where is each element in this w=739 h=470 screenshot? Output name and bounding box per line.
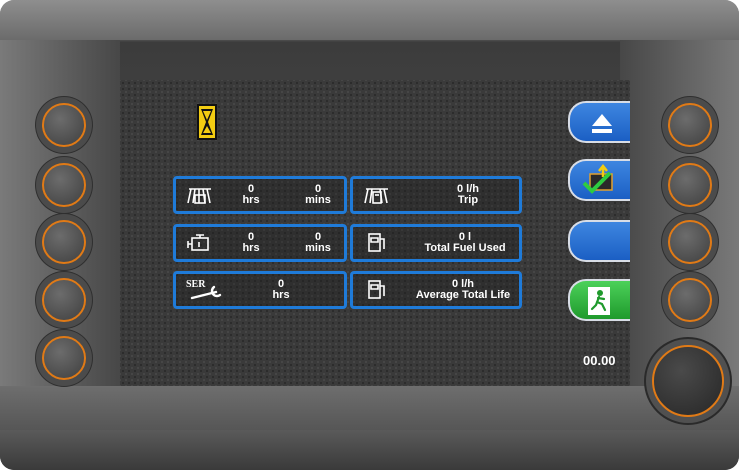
service-wrench-icon: SER [186,278,226,302]
engine-mins-unit: mins [305,242,331,254]
trip-fuel-tile: 0 l/h Trip [350,176,522,214]
bezel-bottom [0,430,739,470]
confirm-reset-icon [582,163,613,194]
harvest-hours-unit: hrs [242,194,260,206]
left-hardware-button-1[interactable] [42,103,86,147]
eject-icon [592,114,612,133]
service-tile: SER 0 hrs [173,271,347,309]
harvester-fuel-icon [363,183,391,207]
right-hardware-button-2[interactable] [668,163,712,207]
left-hardware-button-4[interactable] [42,278,86,322]
eject-softkey[interactable] [568,101,630,143]
right-hardware-button-4[interactable] [668,278,712,322]
left-hardware-button-5[interactable] [42,336,86,380]
clock-display: 00.00 [583,353,616,368]
fuel-pump-icon [363,278,391,302]
total-fuel-label: Total Fuel Used [424,242,506,254]
engine-hours-unit: hrs [242,242,260,254]
right-hardware-button-1[interactable] [668,103,712,147]
left-hardware-button-3[interactable] [42,220,86,264]
trip-fuel-label: Trip [457,194,479,206]
confirm-reset-softkey[interactable] [568,159,630,201]
exit-softkey[interactable] [568,279,630,321]
display-bezel: 0 hrs 0 mins 0 l/h Trip 0 hrs 0 mins 0 l… [0,0,739,470]
service-hours-unit: hrs [272,289,290,301]
average-fuel-tile: 0 l/h Average Total Life [350,271,522,309]
right-hardware-button-3[interactable] [668,220,712,264]
engine-time-tile: 0 hrs 0 mins [173,224,347,262]
bezel-top [0,0,739,40]
exit-icon [588,287,610,315]
left-hardware-button-2[interactable] [42,163,86,207]
harvester-icon [186,183,214,207]
total-fuel-tile: 0 l Total Fuel Used [350,224,522,262]
average-fuel-label: Average Total Life [415,289,511,301]
blank-softkey[interactable] [568,220,630,262]
bezel-lower [0,386,739,432]
harvest-mins-unit: mins [305,194,331,206]
fuel-pump-icon [363,231,391,255]
rotary-knob[interactable] [652,345,724,417]
engine-icon [186,231,214,255]
hourglass-icon [197,104,217,140]
harvest-time-tile: 0 hrs 0 mins [173,176,347,214]
